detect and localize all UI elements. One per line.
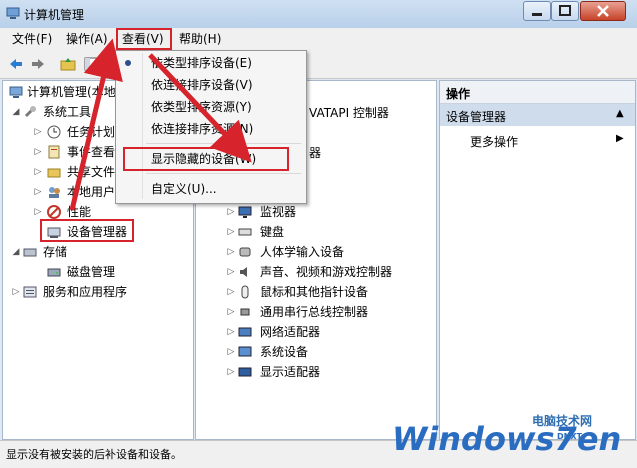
arrow-to-show-hidden (148, 53, 252, 163)
arrow-to-view-menu (69, 38, 123, 211)
annotation-arrows (69, 38, 252, 211)
status-text: 显示没有被安装的后补设备和设备。 (6, 448, 182, 461)
watermark-tag: DNXT (557, 432, 582, 441)
watermark-brand: Windows7en (392, 420, 622, 458)
